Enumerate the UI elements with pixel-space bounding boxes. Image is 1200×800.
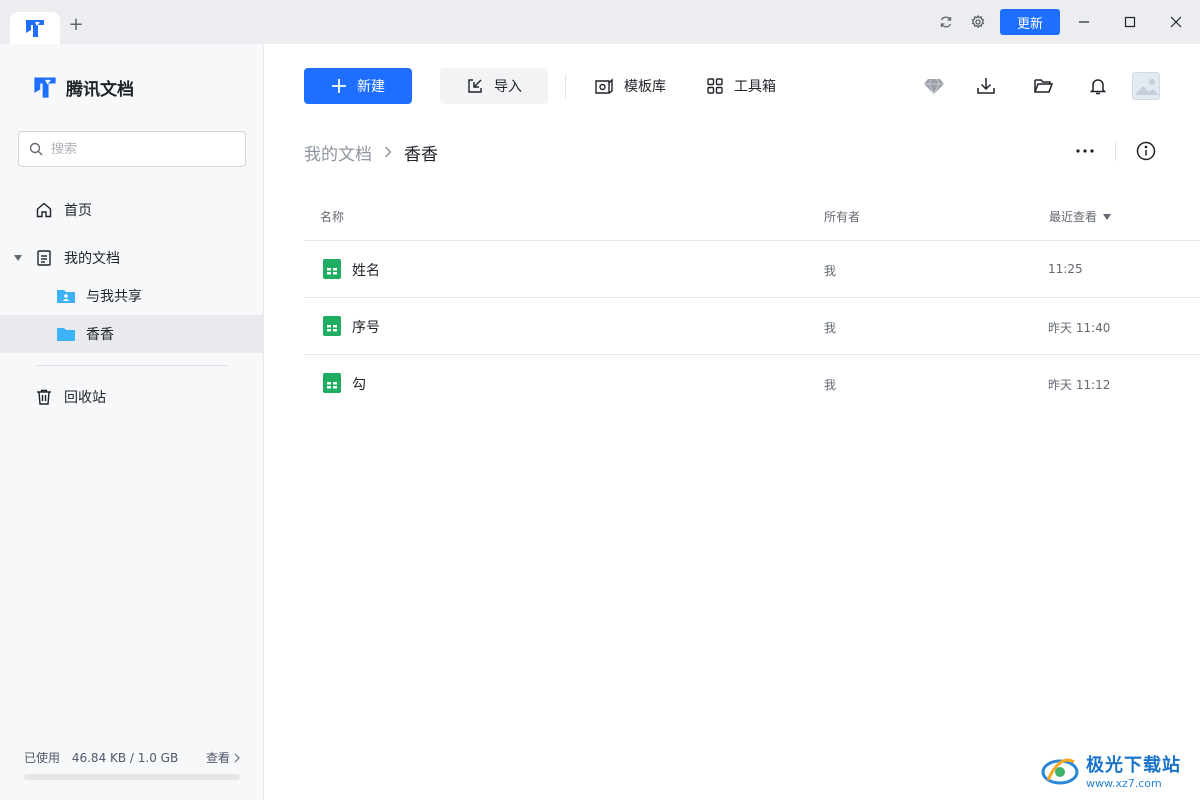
column-header-label: 最近查看 (1049, 210, 1098, 224)
storage-bar (24, 774, 240, 780)
file-last-viewed: 昨天 11:12 (1048, 378, 1111, 392)
sidebar-item-label: 与我共享 (86, 289, 142, 305)
trash-icon (34, 387, 54, 407)
column-header-owner[interactable]: 所有者 (824, 208, 860, 225)
sidebar-item-my-docs[interactable]: 我的文档 (0, 239, 264, 277)
document-icon (34, 248, 54, 268)
toolbar-divider (565, 74, 566, 98)
bell-icon[interactable] (1086, 74, 1110, 98)
diamond-icon[interactable] (922, 74, 946, 98)
watermark: 极光下载站 www.xz7.com (1040, 748, 1190, 792)
file-owner: 我 (824, 264, 837, 278)
search-box[interactable] (18, 131, 246, 167)
minimize-icon[interactable] (1074, 12, 1094, 32)
watermark-logo-icon (1041, 758, 1079, 785)
close-icon[interactable] (1166, 12, 1186, 32)
sidebar-item-trash[interactable]: 回收站 (0, 378, 264, 416)
sidebar-item-home[interactable]: 首页 (0, 191, 264, 229)
file-name[interactable]: 勾 (352, 374, 366, 394)
file-owner: 我 (824, 321, 837, 335)
file-name[interactable]: 姓名 (352, 260, 380, 280)
chevron-right-icon (234, 753, 240, 762)
storage-usage: 已使用 46.84 KB / 1.0 GB 查看 (24, 749, 240, 780)
storage-view-label: 查看 (205, 751, 230, 765)
file-name[interactable]: 序号 (352, 317, 380, 337)
title-bar: + 更新 (0, 0, 1200, 44)
import-icon (468, 79, 482, 93)
column-header-name[interactable]: 名称 (320, 208, 344, 225)
info-icon (1136, 141, 1156, 161)
update-button[interactable]: 更新 (1000, 9, 1060, 35)
search-input[interactable] (51, 141, 231, 157)
breadcrumb: 我的文档 香香 (304, 140, 438, 165)
table-row[interactable]: 姓名 我 11:25 (304, 241, 1200, 297)
table-row[interactable]: 序号 我 昨天 11:40 (304, 298, 1200, 354)
sidebar-item-shared[interactable]: 与我共享 (0, 277, 264, 315)
storage-used-label: 已使用 (24, 751, 61, 765)
breadcrumb-separator (384, 143, 392, 162)
search-icon (29, 142, 43, 156)
home-icon (34, 200, 54, 220)
add-tab-button[interactable]: + (66, 14, 86, 35)
breadcrumb-root[interactable]: 我的文档 (304, 140, 372, 165)
plus-icon (332, 79, 346, 93)
caret-down-icon[interactable] (10, 248, 26, 268)
storage-used-value: 46.84 KB / 1.0 GB (71, 751, 179, 765)
sidebar-item-label: 我的文档 (64, 251, 120, 267)
import-button-label: 导入 (494, 79, 522, 95)
template-icon (595, 78, 613, 94)
grid-icon (707, 78, 723, 94)
column-header-label: 所有者 (824, 210, 861, 224)
brand-name: 腾讯文档 (66, 79, 134, 100)
info-button[interactable] (1134, 139, 1158, 163)
sheet-icon (323, 259, 341, 279)
watermark-title: 极光下载站 (1086, 754, 1181, 776)
sidebar-divider (36, 365, 228, 366)
template-library-button[interactable]: 模板库 (594, 76, 666, 96)
table-row[interactable]: 勾 我 昨天 11:12 (304, 355, 1200, 411)
toolbox-button[interactable]: 工具箱 (706, 76, 776, 96)
sidebar-item-label: 香香 (86, 327, 114, 343)
settings-icon[interactable] (968, 12, 988, 32)
tencent-docs-logo (34, 77, 56, 98)
tab-tencent-docs[interactable] (10, 12, 60, 44)
shared-folder-icon (56, 286, 76, 306)
folder-open-icon[interactable] (1031, 74, 1055, 98)
watermark-url: www.xz7.com (1086, 776, 1162, 790)
avatar[interactable] (1132, 72, 1160, 100)
sidebar-item-xiangxiang[interactable]: 香香 (0, 315, 264, 353)
file-owner: 我 (824, 378, 837, 392)
more-icon (1076, 149, 1094, 153)
brand[interactable]: 腾讯文档 (32, 74, 134, 100)
sidebar-item-label: 回收站 (64, 390, 106, 406)
column-header-label: 名称 (320, 210, 345, 224)
tencent-docs-logo (26, 20, 44, 37)
avatar-image (1133, 73, 1159, 99)
column-header-recent[interactable]: 最近查看 (1049, 208, 1112, 225)
new-button-label: 新建 (357, 79, 385, 95)
maximize-icon[interactable] (1120, 12, 1140, 32)
file-last-viewed: 11:25 (1048, 262, 1083, 276)
more-options-button[interactable] (1072, 140, 1098, 162)
toolbox-label: 工具箱 (734, 79, 776, 95)
folder-icon (56, 324, 76, 344)
refresh-icon[interactable] (936, 12, 956, 32)
sidebar: 腾讯文档 首页 我的文档 (0, 44, 264, 800)
sort-down-icon (1103, 213, 1112, 220)
import-button[interactable]: 导入 (440, 68, 548, 104)
breadcrumb-current: 香香 (404, 145, 438, 165)
template-library-label: 模板库 (624, 79, 666, 95)
download-icon[interactable] (974, 74, 998, 98)
sidebar-item-label: 首页 (64, 203, 92, 219)
header-divider (1115, 141, 1116, 161)
sheet-icon (323, 373, 341, 393)
new-button[interactable]: 新建 (304, 68, 412, 104)
storage-view-link[interactable]: 查看 (206, 749, 240, 766)
file-last-viewed: 昨天 11:40 (1048, 321, 1111, 335)
chevron-right-icon (385, 146, 392, 158)
sheet-icon (323, 316, 341, 336)
